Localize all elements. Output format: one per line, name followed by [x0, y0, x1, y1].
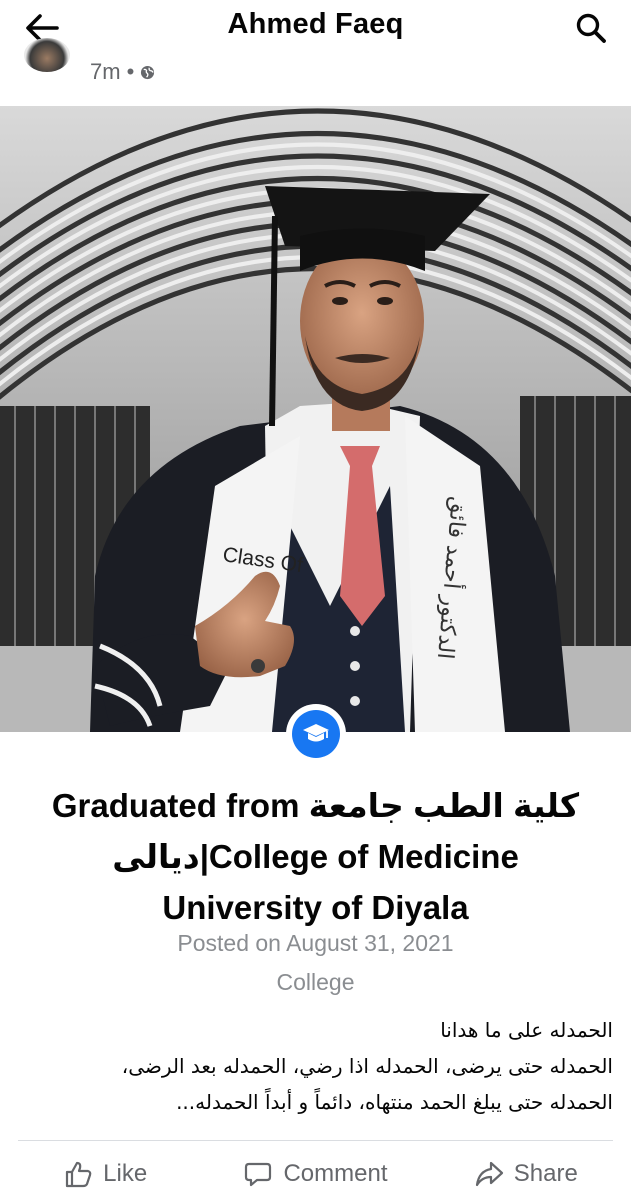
post-meta: 7m • [0, 38, 631, 86]
post-time[interactable]: 7m • [90, 59, 155, 85]
comment-button[interactable]: Comment [210, 1148, 420, 1200]
avatar[interactable] [24, 38, 70, 72]
life-event-headline: Graduated from كلية الطب جامعة ديالى|Col… [51, 787, 580, 926]
like-button[interactable]: Like [0, 1148, 210, 1200]
post-actions: Like Comment Share [0, 1148, 631, 1200]
meta-separator: • [126, 59, 135, 84]
graduation-cap-icon [303, 724, 329, 742]
life-event-category: College [276, 969, 355, 995]
caption-line: الحمدله حتى يرضى، الحمدله اذا رضي، الحمد… [121, 1054, 613, 1078]
comment-icon [245, 1162, 272, 1187]
caption-line: الحمدله على ما هدانا [440, 1018, 613, 1042]
life-event-badge [286, 704, 346, 764]
share-label: Share [513, 1160, 578, 1187]
comment-label: Comment [283, 1160, 388, 1187]
search-icon [576, 13, 606, 43]
post-caption: الحمدله على ما هدانا الحمدله حتى يرضى، ا… [40, 1012, 613, 1120]
thumbs-up-icon [66, 1161, 92, 1188]
life-event-date: Posted on August 31, 2021 [177, 930, 454, 956]
globe-icon [141, 65, 155, 79]
like-label: Like [103, 1160, 148, 1187]
page-title: Ahmed Faeq [227, 8, 404, 40]
divider [18, 1140, 613, 1141]
graduate-portrait-image: Class Of الدكتور أحمد فائق [0, 106, 631, 732]
post-time-label: 7m [90, 59, 121, 84]
top-bar: Ahmed Faeq [0, 0, 631, 58]
share-icon [475, 1161, 503, 1187]
caption-line: الحمدله حتى يبلغ الحمد منتهاه، دائماً و … [176, 1090, 613, 1114]
share-button[interactable]: Share [421, 1148, 631, 1200]
search-button[interactable] [571, 8, 611, 48]
post-photo[interactable]: Class Of الدكتور أحمد فائق [0, 106, 631, 732]
